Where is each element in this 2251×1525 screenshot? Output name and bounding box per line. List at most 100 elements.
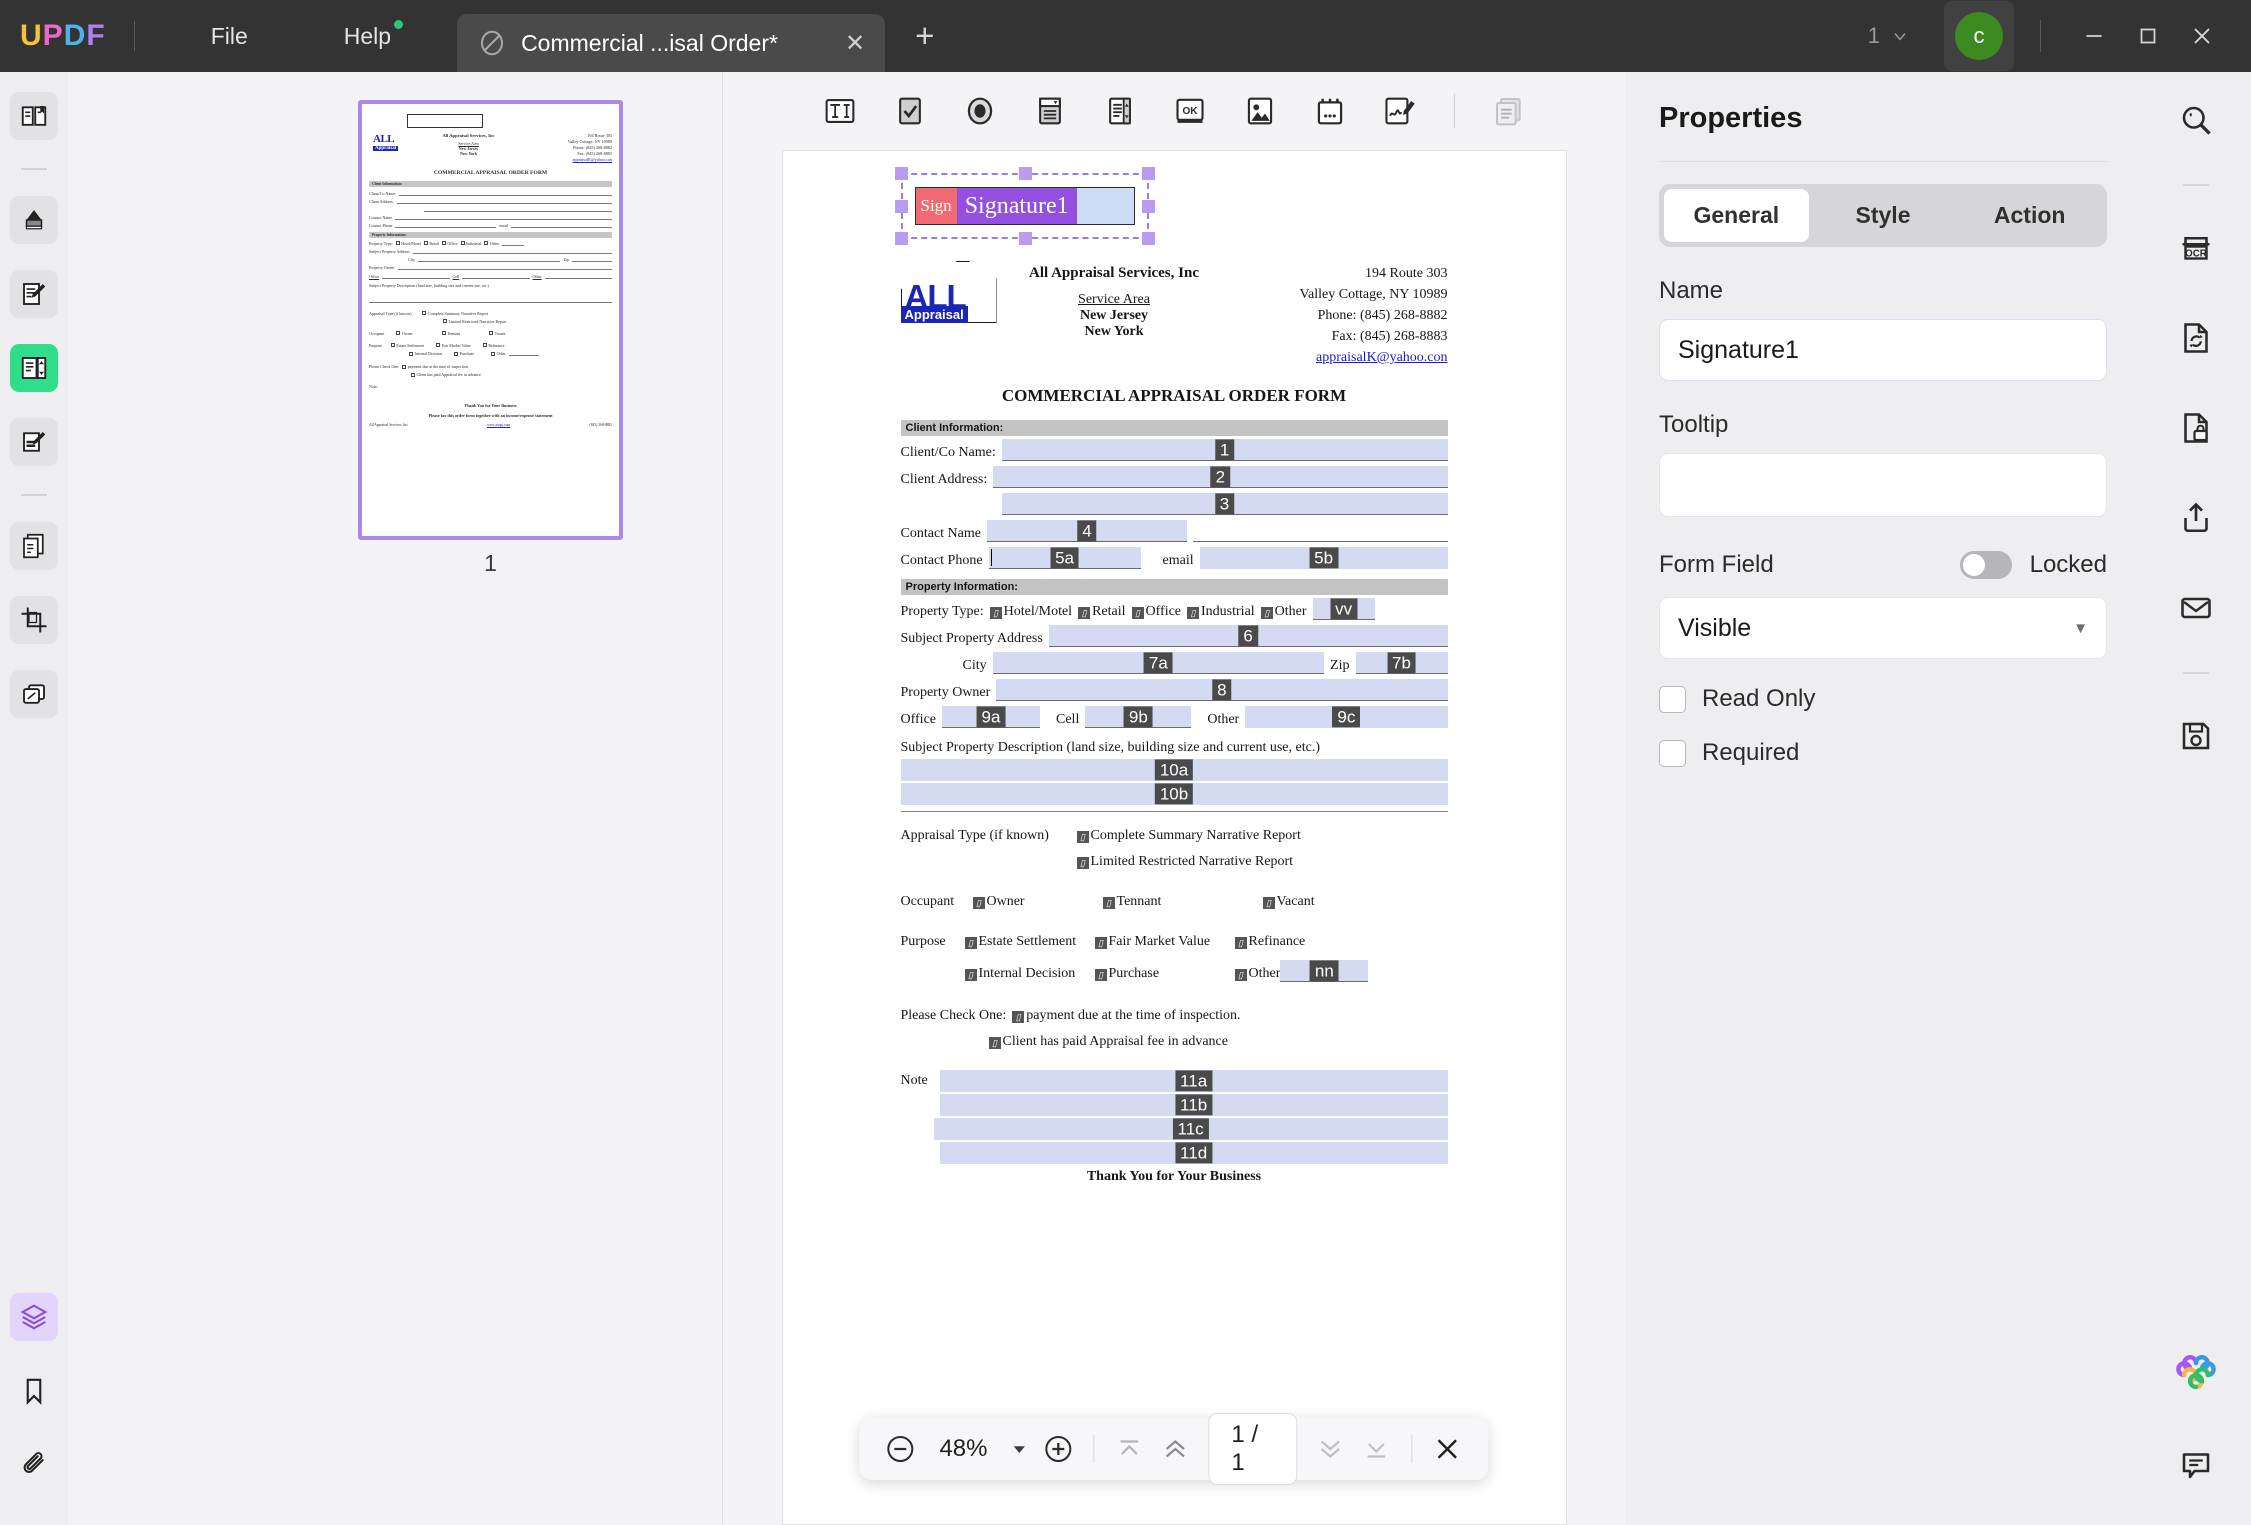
minimize-button[interactable] bbox=[2067, 14, 2121, 58]
checkbox-payment-due[interactable]: ▯ payment due at the time of inspection. bbox=[1012, 1008, 1240, 1024]
sidebar-item-annotate[interactable] bbox=[10, 196, 58, 244]
sidebar-item-fill-sign[interactable] bbox=[10, 418, 58, 466]
zoom-dropdown-icon[interactable] bbox=[1005, 1426, 1033, 1472]
sidebar-item-edit[interactable] bbox=[10, 270, 58, 318]
maximize-button[interactable] bbox=[2121, 14, 2175, 58]
window-count[interactable]: 1 bbox=[1868, 23, 1910, 49]
checkbox-tennant[interactable]: ▯ Tennant bbox=[1102, 894, 1263, 910]
zoom-out-button[interactable] bbox=[879, 1426, 921, 1472]
account-button[interactable]: c bbox=[1944, 1, 2014, 71]
resize-handle-e[interactable] bbox=[1141, 200, 1155, 213]
locked-toggle[interactable] bbox=[1959, 551, 2012, 579]
menu-help[interactable]: Help bbox=[322, 15, 413, 58]
tooltip-input[interactable] bbox=[1659, 453, 2107, 517]
list-box-tool-icon[interactable] bbox=[1098, 91, 1142, 131]
tab-action[interactable]: Action bbox=[1957, 189, 2102, 242]
resize-handle-w[interactable] bbox=[894, 200, 908, 213]
field-note-a[interactable]: 11a bbox=[939, 1070, 1448, 1092]
field-property-type-other[interactable]: vv bbox=[1312, 597, 1375, 620]
field-description-b[interactable]: 10b bbox=[900, 783, 1448, 805]
required-checkbox-row[interactable]: Required bbox=[1659, 739, 2107, 767]
page-properties-tool-icon[interactable] bbox=[1487, 91, 1531, 131]
checkbox-limited-restricted[interactable]: ▯ Limited Restricted Narrative Report bbox=[1076, 854, 1293, 870]
checkbox-other[interactable]: ▯ Other bbox=[1260, 604, 1307, 620]
menu-file[interactable]: File bbox=[189, 15, 270, 58]
close-button[interactable] bbox=[2175, 14, 2229, 58]
read-only-checkbox-row[interactable]: Read Only bbox=[1659, 685, 2107, 713]
last-page-button[interactable] bbox=[1355, 1426, 1397, 1472]
first-page-button[interactable] bbox=[1108, 1426, 1150, 1472]
previous-page-button[interactable] bbox=[1154, 1426, 1196, 1472]
resize-handle-ne[interactable] bbox=[1141, 167, 1155, 180]
field-note-c[interactable]: 11c bbox=[933, 1118, 1448, 1140]
comment-icon[interactable] bbox=[2170, 1439, 2222, 1491]
field-purpose-other[interactable]: nn bbox=[1280, 959, 1369, 982]
combo-box-tool-icon[interactable] bbox=[1028, 91, 1072, 131]
checkbox-complete-summary[interactable]: ▯ Complete Summary Narrative Report bbox=[1076, 828, 1301, 844]
field-subject-address[interactable]: 6 bbox=[1048, 624, 1448, 647]
field-note-d[interactable]: 11d bbox=[939, 1142, 1448, 1164]
ocr-icon[interactable]: OCR bbox=[2170, 222, 2222, 274]
field-city[interactable]: 7a bbox=[992, 651, 1325, 674]
tab-general[interactable]: General bbox=[1664, 189, 1809, 242]
field-email[interactable]: 5b bbox=[1199, 547, 1448, 569]
field-description-a[interactable]: 10a bbox=[900, 759, 1448, 781]
checkbox-retail[interactable]: ▯ Retail bbox=[1078, 604, 1126, 620]
resize-handle-nw[interactable] bbox=[894, 167, 908, 180]
checkbox-vacant[interactable]: ▯ Vacant bbox=[1262, 894, 1315, 910]
sidebar-item-prepare-form[interactable] bbox=[10, 344, 58, 392]
tab-style[interactable]: Style bbox=[1811, 189, 1956, 242]
next-page-button[interactable] bbox=[1309, 1426, 1351, 1472]
checkbox-industrial[interactable]: ▯ Industrial bbox=[1187, 604, 1255, 620]
pdf-page[interactable]: Sign Signature1 ALL Appraisal All Apprai… bbox=[781, 150, 1567, 1525]
field-contact-phone[interactable]: 5a bbox=[988, 546, 1141, 569]
company-email[interactable]: appraisalK@yahoo.con bbox=[1228, 347, 1447, 368]
page-thumbnail[interactable]: ALL Appraisal All Appraisal Services, Inc… bbox=[358, 100, 623, 540]
field-property-owner[interactable]: 8 bbox=[996, 678, 1448, 701]
ai-assistant-icon[interactable] bbox=[2170, 1349, 2222, 1401]
field-zip[interactable]: 7b bbox=[1355, 651, 1448, 674]
new-tab-button[interactable]: + bbox=[915, 17, 934, 55]
tab-close-icon[interactable]: ✕ bbox=[845, 29, 865, 58]
sidebar-item-bookmarks[interactable] bbox=[10, 1367, 58, 1415]
sidebar-item-organize-pages[interactable] bbox=[10, 522, 58, 570]
document-tab[interactable]: Commercial ...isal Order* ✕ bbox=[457, 14, 886, 72]
sidebar-item-compare[interactable] bbox=[10, 670, 58, 718]
zoom-in-button[interactable] bbox=[1037, 1426, 1079, 1472]
field-client-address[interactable]: 2 bbox=[993, 465, 1448, 488]
checkbox-tool-icon[interactable] bbox=[888, 91, 932, 131]
field-note-b[interactable]: 11b bbox=[939, 1094, 1448, 1116]
resize-handle-se[interactable] bbox=[1141, 232, 1155, 245]
checkbox-internal-decision[interactable]: ▯ Internal Decision bbox=[964, 966, 1095, 982]
checkbox-hotel-motel[interactable]: ▯ Hotel/Motel bbox=[989, 604, 1072, 620]
email-icon[interactable] bbox=[2170, 582, 2222, 634]
field-contact-name[interactable]: 4 bbox=[986, 519, 1187, 542]
image-field-tool-icon[interactable] bbox=[1238, 91, 1282, 131]
zoom-level[interactable]: 48% bbox=[925, 1435, 1001, 1463]
protect-pdf-icon[interactable] bbox=[2170, 402, 2222, 454]
convert-pdf-icon[interactable] bbox=[2170, 312, 2222, 364]
sidebar-item-layers[interactable] bbox=[10, 1293, 58, 1341]
required-checkbox[interactable] bbox=[1659, 739, 1686, 767]
sidebar-item-crop-pages[interactable] bbox=[10, 596, 58, 644]
name-input[interactable]: Signature1 bbox=[1659, 319, 2107, 381]
checkbox-purchase[interactable]: ▯ Purchase bbox=[1094, 966, 1235, 982]
visibility-select[interactable]: Visible ▼ bbox=[1659, 597, 2107, 659]
resize-handle-sw[interactable] bbox=[894, 232, 908, 245]
field-client-name[interactable]: 1 bbox=[1001, 438, 1448, 461]
checkbox-purpose-other[interactable]: ▯ Other bbox=[1234, 966, 1280, 982]
checkbox-refinance[interactable]: ▯ Refinance bbox=[1234, 934, 1305, 950]
field-phone-office[interactable]: 9a bbox=[942, 705, 1040, 728]
checkbox-owner[interactable]: ▯ Owner bbox=[972, 894, 1103, 910]
checkbox-estate-settlement[interactable]: ▯ Estate Settlement bbox=[964, 934, 1095, 950]
sidebar-item-reader[interactable] bbox=[10, 92, 58, 140]
page-indicator[interactable]: 1 / 1 bbox=[1208, 1413, 1298, 1485]
save-as-icon[interactable] bbox=[2170, 710, 2222, 762]
read-only-checkbox[interactable] bbox=[1659, 685, 1686, 713]
date-field-tool-icon[interactable] bbox=[1308, 91, 1352, 131]
close-toolbar-button[interactable] bbox=[1427, 1426, 1469, 1472]
resize-handle-s[interactable] bbox=[1018, 232, 1032, 245]
field-phone-other[interactable]: 9c bbox=[1245, 706, 1448, 728]
resize-handle-n[interactable] bbox=[1018, 167, 1032, 180]
checkbox-fair-market-value[interactable]: ▯ Fair Market Value bbox=[1094, 934, 1235, 950]
